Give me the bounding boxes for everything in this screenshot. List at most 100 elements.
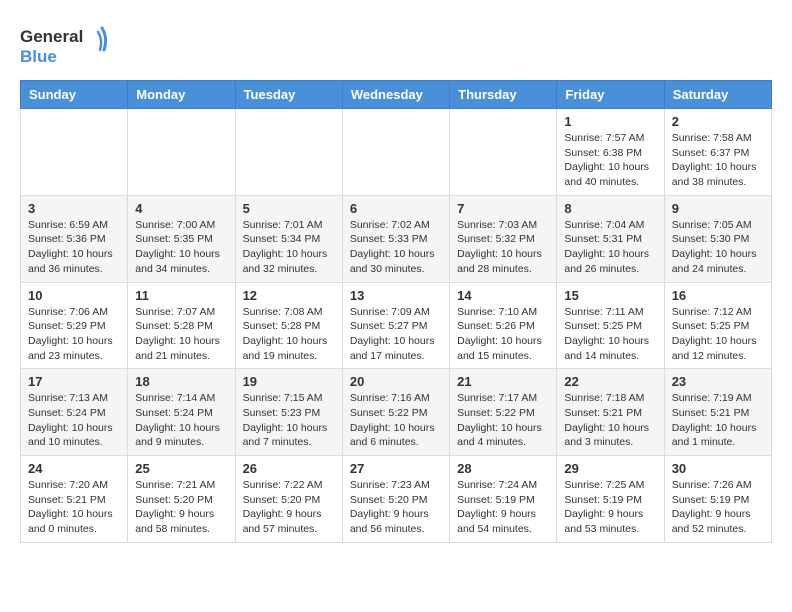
calendar-cell: 20 Sunrise: 7:16 AM Sunset: 5:22 PM Dayli… — [342, 369, 449, 456]
day-number: 2 — [672, 114, 764, 129]
day-info: Sunrise: 7:10 AM Sunset: 5:26 PM Dayligh… — [457, 305, 549, 364]
calendar-cell: 12Sunrise: 7:08 AM Sunset: 5:28 PM Dayli… — [235, 282, 342, 369]
day-info: Sunrise: 7:16 AM Sunset: 5:22 PM Dayligh… — [350, 391, 442, 450]
day-number: 21 — [457, 374, 549, 389]
day-number: 9 — [672, 201, 764, 216]
day-info: Sunrise: 7:19 AM Sunset: 5:21 PM Dayligh… — [672, 391, 764, 450]
day-number: 8 — [564, 201, 656, 216]
day-info: Sunrise: 7:14 AM Sunset: 5:24 PM Dayligh… — [135, 391, 227, 450]
day-number: 10 — [28, 288, 120, 303]
svg-text:Blue: Blue — [20, 47, 57, 66]
day-number: 3 — [28, 201, 120, 216]
weekday-header: Tuesday — [235, 81, 342, 109]
weekday-header: Saturday — [664, 81, 771, 109]
day-info: Sunrise: 7:00 AM Sunset: 5:35 PM Dayligh… — [135, 218, 227, 277]
day-info: Sunrise: 7:21 AM Sunset: 5:20 PM Dayligh… — [135, 478, 227, 537]
day-info: Sunrise: 7:06 AM Sunset: 5:29 PM Dayligh… — [28, 305, 120, 364]
calendar-cell: 2 Sunrise: 7:58 AM Sunset: 6:37 PM Daylig… — [664, 109, 771, 196]
day-info: Sunrise: 7:08 AM Sunset: 5:28 PM Dayligh… — [243, 305, 335, 364]
day-number: 30 — [672, 461, 764, 476]
day-info: Sunrise: 7:13 AM Sunset: 5:24 PM Dayligh… — [28, 391, 120, 450]
calendar-cell: 8Sunrise: 7:04 AM Sunset: 5:31 PM Daylig… — [557, 195, 664, 282]
day-info: Sunrise: 7:07 AM Sunset: 5:28 PM Dayligh… — [135, 305, 227, 364]
day-number: 19 — [243, 374, 335, 389]
calendar-cell: 30 Sunrise: 7:26 AM Sunset: 5:19 PM Dayli… — [664, 456, 771, 543]
day-number: 18 — [135, 374, 227, 389]
calendar-cell: 16 Sunrise: 7:12 AM Sunset: 5:25 PM Dayli… — [664, 282, 771, 369]
calendar-cell — [450, 109, 557, 196]
weekday-header: Friday — [557, 81, 664, 109]
logo-svg: General Blue — [20, 20, 110, 70]
calendar-cell: 10 Sunrise: 7:06 AM Sunset: 5:29 PM Dayli… — [21, 282, 128, 369]
day-number: 25 — [135, 461, 227, 476]
day-number: 22 — [564, 374, 656, 389]
day-info: Sunrise: 7:25 AM Sunset: 5:19 PM Dayligh… — [564, 478, 656, 537]
calendar-week-row: 17 Sunrise: 7:13 AM Sunset: 5:24 PM Dayli… — [21, 369, 772, 456]
calendar-cell — [342, 109, 449, 196]
calendar-cell — [235, 109, 342, 196]
day-number: 20 — [350, 374, 442, 389]
calendar-cell: 29 Sunrise: 7:25 AM Sunset: 5:19 PM Dayli… — [557, 456, 664, 543]
day-info: Sunrise: 7:57 AM Sunset: 6:38 PM Dayligh… — [564, 131, 656, 190]
day-info: Sunrise: 7:24 AM Sunset: 5:19 PM Dayligh… — [457, 478, 549, 537]
calendar-cell: 18 Sunrise: 7:14 AM Sunset: 5:24 PM Dayli… — [128, 369, 235, 456]
day-number: 7 — [457, 201, 549, 216]
calendar-cell: 22Sunrise: 7:18 AM Sunset: 5:21 PM Dayli… — [557, 369, 664, 456]
calendar-week-row: 3 Sunrise: 6:59 AM Sunset: 5:36 PM Daylig… — [21, 195, 772, 282]
calendar-cell: 9 Sunrise: 7:05 AM Sunset: 5:30 PM Daylig… — [664, 195, 771, 282]
page-header: General Blue — [20, 20, 772, 70]
day-number: 6 — [350, 201, 442, 216]
day-number: 13 — [350, 288, 442, 303]
day-info: Sunrise: 7:17 AM Sunset: 5:22 PM Dayligh… — [457, 391, 549, 450]
weekday-header: Sunday — [21, 81, 128, 109]
day-number: 11 — [135, 288, 227, 303]
day-number: 27 — [350, 461, 442, 476]
day-number: 17 — [28, 374, 120, 389]
calendar-cell: 3 Sunrise: 6:59 AM Sunset: 5:36 PM Daylig… — [21, 195, 128, 282]
calendar-cell — [128, 109, 235, 196]
day-number: 24 — [28, 461, 120, 476]
calendar-cell: 24Sunrise: 7:20 AM Sunset: 5:21 PM Dayli… — [21, 456, 128, 543]
day-info: Sunrise: 7:26 AM Sunset: 5:19 PM Dayligh… — [672, 478, 764, 537]
calendar-cell: 26 Sunrise: 7:22 AM Sunset: 5:20 PM Dayli… — [235, 456, 342, 543]
calendar-cell: 5 Sunrise: 7:01 AM Sunset: 5:34 PM Daylig… — [235, 195, 342, 282]
day-info: Sunrise: 7:11 AM Sunset: 5:25 PM Dayligh… — [564, 305, 656, 364]
day-info: Sunrise: 7:15 AM Sunset: 5:23 PM Dayligh… — [243, 391, 335, 450]
calendar-cell: 14 Sunrise: 7:10 AM Sunset: 5:26 PM Dayli… — [450, 282, 557, 369]
calendar-cell: 27 Sunrise: 7:23 AM Sunset: 5:20 PM Dayli… — [342, 456, 449, 543]
calendar-header-row: SundayMondayTuesdayWednesdayThursdayFrid… — [21, 81, 772, 109]
day-info: Sunrise: 7:01 AM Sunset: 5:34 PM Dayligh… — [243, 218, 335, 277]
weekday-header: Thursday — [450, 81, 557, 109]
day-info: Sunrise: 6:59 AM Sunset: 5:36 PM Dayligh… — [28, 218, 120, 277]
day-info: Sunrise: 7:23 AM Sunset: 5:20 PM Dayligh… — [350, 478, 442, 537]
day-number: 5 — [243, 201, 335, 216]
day-number: 1 — [564, 114, 656, 129]
day-number: 16 — [672, 288, 764, 303]
calendar-cell: 28Sunrise: 7:24 AM Sunset: 5:19 PM Dayli… — [450, 456, 557, 543]
day-info: Sunrise: 7:12 AM Sunset: 5:25 PM Dayligh… — [672, 305, 764, 364]
day-number: 15 — [564, 288, 656, 303]
calendar-cell — [21, 109, 128, 196]
day-number: 4 — [135, 201, 227, 216]
day-number: 29 — [564, 461, 656, 476]
day-info: Sunrise: 7:58 AM Sunset: 6:37 PM Dayligh… — [672, 131, 764, 190]
day-number: 14 — [457, 288, 549, 303]
calendar-cell: 6Sunrise: 7:02 AM Sunset: 5:33 PM Daylig… — [342, 195, 449, 282]
day-number: 26 — [243, 461, 335, 476]
calendar-cell: 1 Sunrise: 7:57 AM Sunset: 6:38 PM Daylig… — [557, 109, 664, 196]
calendar-table: SundayMondayTuesdayWednesdayThursdayFrid… — [20, 80, 772, 543]
calendar-cell: 19 Sunrise: 7:15 AM Sunset: 5:23 PM Dayli… — [235, 369, 342, 456]
calendar-cell: 13 Sunrise: 7:09 AM Sunset: 5:27 PM Dayli… — [342, 282, 449, 369]
day-info: Sunrise: 7:09 AM Sunset: 5:27 PM Dayligh… — [350, 305, 442, 364]
calendar-cell: 11 Sunrise: 7:07 AM Sunset: 5:28 PM Dayli… — [128, 282, 235, 369]
logo: General Blue — [20, 20, 110, 70]
calendar-cell: 7Sunrise: 7:03 AM Sunset: 5:32 PM Daylig… — [450, 195, 557, 282]
calendar-cell: 15 Sunrise: 7:11 AM Sunset: 5:25 PM Dayli… — [557, 282, 664, 369]
day-info: Sunrise: 7:05 AM Sunset: 5:30 PM Dayligh… — [672, 218, 764, 277]
day-info: Sunrise: 7:22 AM Sunset: 5:20 PM Dayligh… — [243, 478, 335, 537]
weekday-header: Wednesday — [342, 81, 449, 109]
calendar-cell: 17 Sunrise: 7:13 AM Sunset: 5:24 PM Dayli… — [21, 369, 128, 456]
svg-text:General: General — [20, 27, 83, 46]
calendar-week-row: 1 Sunrise: 7:57 AM Sunset: 6:38 PM Daylig… — [21, 109, 772, 196]
calendar-cell: 21 Sunrise: 7:17 AM Sunset: 5:22 PM Dayli… — [450, 369, 557, 456]
